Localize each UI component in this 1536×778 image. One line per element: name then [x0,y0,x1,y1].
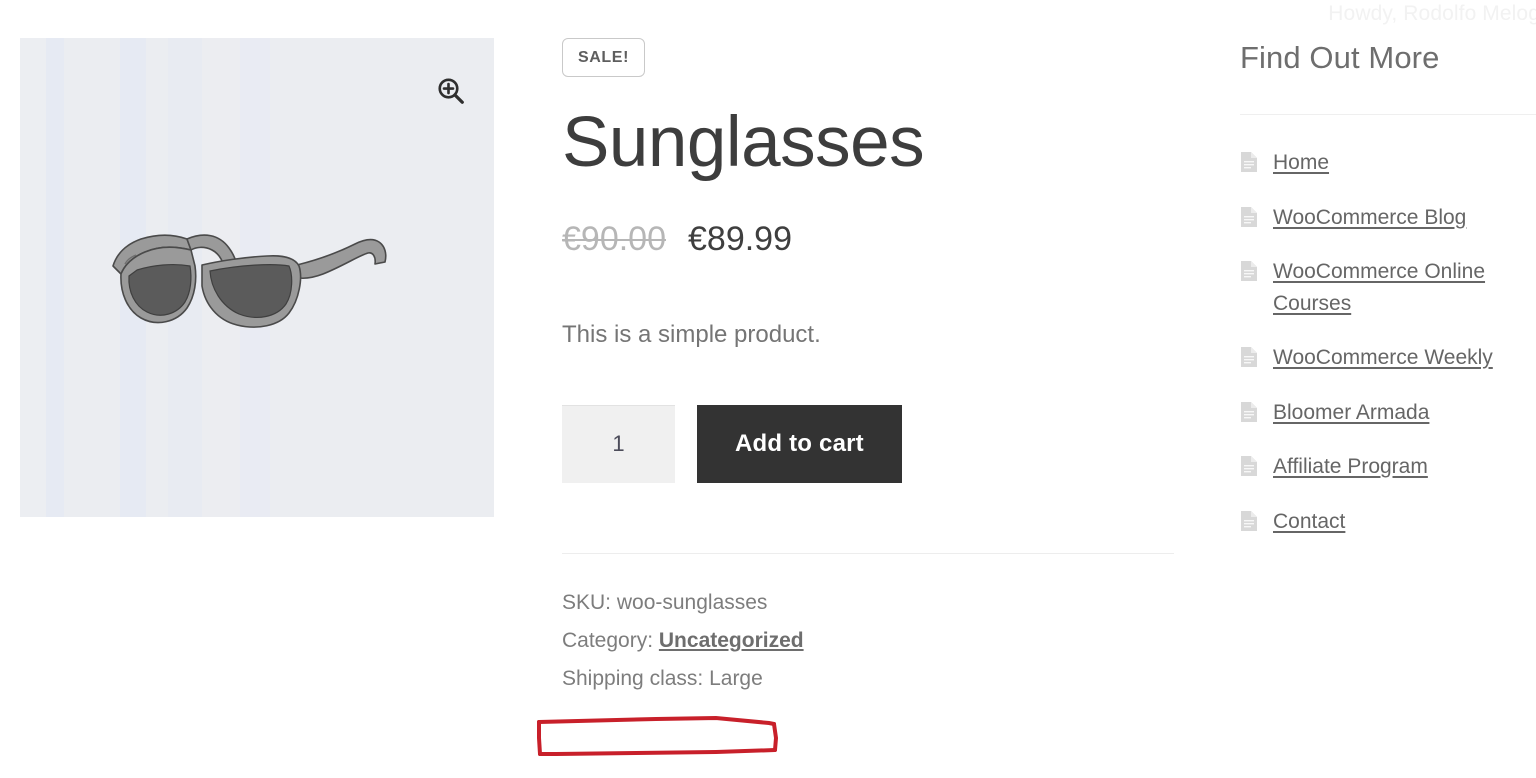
product-page: Howdy, Rodolfo Melog SALE! Sunglasses €9… [0,0,1536,778]
sidebar-item-bloomer-armada[interactable]: Bloomer Armada [1240,397,1536,429]
price-original: €90.00 [562,219,666,258]
sidebar-link-label[interactable]: WooCommerce Blog [1273,202,1466,234]
zoom-magnifier-icon[interactable] [436,76,466,106]
sidebar-item-woocommerce-blog[interactable]: WooCommerce Blog [1240,202,1536,234]
product-category: Category: Uncategorized [562,622,1174,660]
admin-bar-greeting[interactable]: Howdy, Rodolfo Melog [1328,2,1536,26]
category-link[interactable]: Uncategorized [659,629,804,652]
sidebar-item-home[interactable]: Home [1240,147,1536,179]
product-summary: SALE! Sunglasses €90.00 €89.99 This is a… [562,38,1174,698]
sidebar-divider [1240,114,1536,115]
product-image [112,233,387,328]
document-icon [1241,152,1257,172]
sidebar-link-label[interactable]: Contact [1273,506,1345,538]
product-shipping-class: Shipping class: Large [562,667,763,691]
document-icon [1241,347,1257,367]
sidebar-link-label[interactable]: WooCommerce Online Courses [1273,256,1513,319]
document-icon [1241,206,1257,227]
price-sale: €89.99 [688,219,792,258]
price-row: €90.00 €89.99 [562,220,1174,259]
sale-badge: SALE! [562,38,645,77]
document-icon [1241,510,1257,531]
product-sku: SKU: woo-sunglasses [562,590,768,614]
document-icon [1241,401,1257,422]
product-short-description: This is a simple product. [562,320,821,348]
sidebar-title: Find Out More [1240,40,1440,75]
sidebar-item-affiliate-program[interactable]: Affiliate Program [1240,451,1536,483]
sidebar-link-label[interactable]: WooCommerce Weekly [1273,342,1493,374]
category-label: Category: [562,628,654,652]
sidebar-link-list: Home WooCommerce Blog WooCommerce Online… [1240,147,1536,537]
product-gallery[interactable] [20,38,494,517]
sidebar-item-woocommerce-online-courses[interactable]: WooCommerce Online Courses [1240,256,1536,319]
sidebar-item-woocommerce-weekly[interactable]: WooCommerce Weekly [1240,342,1536,374]
product-title: Sunglasses [562,103,925,182]
meta-divider [562,552,1174,554]
sidebar-link-label[interactable]: Home [1273,147,1329,179]
document-icon [1241,261,1257,281]
quantity-input[interactable] [562,404,675,483]
sidebar-link-label[interactable]: Bloomer Armada [1273,397,1429,429]
annotation-highlight-box [537,715,779,756]
add-to-cart-form: Add to cart [562,404,1174,483]
sidebar-item-contact[interactable]: Contact [1240,506,1536,538]
sidebar-link-label[interactable]: Affiliate Program [1273,451,1428,483]
add-to-cart-button[interactable]: Add to cart [697,404,902,483]
sidebar-widget: Find Out More Home WooCommerce Blog WooC… [1240,40,1536,560]
document-icon [1241,456,1257,476]
product-meta: SKU: woo-sunglasses Category: Uncategori… [562,584,1174,699]
